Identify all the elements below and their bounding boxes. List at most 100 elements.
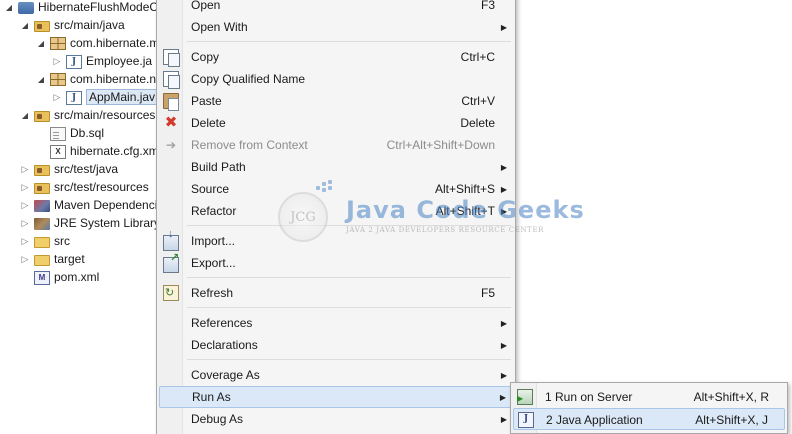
submenu-item-1-run-on-server[interactable]: 1 Run on Server Alt+Shift+X, R (513, 386, 785, 408)
paste-icon (163, 93, 179, 111)
tree-item-label: src/test/java (54, 162, 119, 176)
collapsed-arrow-icon[interactable] (20, 218, 30, 228)
submenu-item-shortcut: Alt+Shift+X, J (695, 413, 768, 427)
run-on-server-icon (517, 389, 533, 405)
tree-item[interactable]: src/test/resources (20, 178, 149, 196)
submenu-arrow-icon: ▶ (500, 414, 507, 424)
tree-item[interactable]: com.hibernate.n (36, 70, 156, 88)
menu-item-import[interactable]: Import... (159, 228, 513, 252)
tree-item[interactable]: J AppMain.jav (52, 88, 159, 106)
collapsed-arrow-icon[interactable] (20, 254, 30, 264)
tree-item-label: com.hibernate.m (70, 36, 160, 50)
jre-library-icon (34, 218, 50, 230)
tree-item-label: HibernateFlushModeC (38, 0, 159, 14)
submenu-item-2-java-application[interactable]: J 2 Java Application Alt+Shift+X, J (513, 408, 785, 430)
menu-item-shortcut: F3 (480, 0, 495, 12)
menu-item-label: Refresh (191, 286, 234, 300)
menu-item-delete[interactable]: ✖ Delete Delete (159, 112, 513, 134)
refresh-icon (163, 285, 179, 301)
menu-item-label: Source (191, 182, 230, 196)
tree-item[interactable]: Db.sql (36, 124, 104, 142)
menu-separator (187, 307, 511, 308)
tree-item[interactable]: src/main/resources (20, 106, 155, 124)
submenu-arrow-icon: ▶ (500, 318, 507, 328)
tree-item[interactable]: target (20, 250, 85, 268)
collapsed-arrow-icon[interactable] (20, 182, 30, 192)
tree-item[interactable]: com.hibernate.m (36, 34, 159, 52)
project-explorer-tree: HibernateFlushModeC src/main/java com.hibe… (0, 0, 164, 434)
collapsed-arrow-icon[interactable] (52, 56, 62, 66)
collapsed-arrow-icon[interactable] (20, 164, 30, 174)
tree-item-label: hibernate.cfg.xm (70, 144, 159, 158)
menu-item-run-as[interactable]: Run As ▶ (159, 386, 513, 408)
file-icon (50, 126, 66, 141)
tree-item-label: AppMain.jav (86, 89, 159, 105)
tree-item[interactable]: Mpom.xml (20, 268, 99, 286)
menu-item-label: Declarations (191, 338, 258, 352)
menu-item-copy-qualified-name[interactable]: Copy Qualified Name (159, 68, 513, 90)
collapsed-arrow-icon[interactable] (20, 236, 30, 246)
expanded-arrow-icon[interactable] (36, 38, 46, 48)
submenu-arrow-icon: ▶ (500, 22, 507, 32)
menu-item-declarations[interactable]: Declarations ▶ (159, 334, 513, 356)
tree-item[interactable]: JRE System Library (20, 214, 160, 232)
menu-item-open-with[interactable]: Open With ▶ (159, 16, 513, 38)
menu-item-coverage-as[interactable]: Coverage As ▶ (159, 364, 513, 386)
java-application-icon: J (518, 412, 534, 428)
tree-item[interactable]: Maven Dependencie (20, 196, 164, 214)
project-icon (18, 2, 34, 14)
collapsed-arrow-icon[interactable] (20, 200, 30, 210)
menu-item-references[interactable]: References ▶ (159, 312, 513, 334)
expanded-arrow-icon[interactable] (20, 110, 30, 120)
menu-item-shortcut: Alt+Shift+S (434, 182, 495, 196)
folder-icon (34, 255, 50, 266)
menu-item-remove-from-context: ➔ Remove from Context Ctrl+Alt+Shift+Down (159, 134, 513, 156)
remove-context-icon: ➔ (165, 138, 177, 152)
menu-item-label: Import... (191, 234, 236, 248)
submenu-arrow-icon: ▶ (500, 340, 507, 350)
folder-icon (34, 237, 50, 248)
tree-item[interactable]: src/main/java (20, 16, 125, 34)
submenu-arrow-icon: ▶ (500, 206, 507, 216)
expanded-arrow-icon[interactable] (20, 20, 30, 30)
tree-item-label: pom.xml (54, 270, 100, 284)
context-menu: Open F3 Open With ▶ Copy Ctrl+C Copy Qualified… (156, 0, 516, 434)
expanded-arrow-icon[interactable] (36, 74, 46, 84)
import-icon (163, 228, 179, 251)
menu-item-label: Export... (191, 256, 236, 270)
menu-item-source[interactable]: Source Alt+Shift+S ▶ (159, 178, 513, 200)
submenu-arrow-icon: ▶ (500, 370, 507, 380)
menu-item-export[interactable]: Export... (159, 251, 513, 274)
menu-item-label: Delete (191, 116, 226, 130)
expanded-arrow-icon[interactable] (4, 2, 14, 12)
tree-item[interactable]: J Employee.ja (52, 52, 152, 70)
export-icon (163, 251, 179, 273)
menu-separator (187, 359, 511, 360)
package-icon (50, 73, 66, 86)
tree-item-label: src/test/resources (54, 180, 149, 194)
collapsed-arrow-icon[interactable] (52, 92, 62, 102)
tree-item[interactable]: HibernateFlushModeC (4, 0, 158, 16)
menu-item-open[interactable]: Open F3 (159, 0, 513, 16)
menu-item-refresh[interactable]: Refresh F5 (159, 282, 513, 304)
submenu-item-label: 2 Java Application (546, 413, 643, 427)
copy-qualified-icon (163, 71, 180, 89)
menu-item-paste[interactable]: Paste Ctrl+V (159, 90, 513, 112)
tree-item[interactable]: Xhibernate.cfg.xm (36, 142, 159, 160)
tree-item-label: target (54, 252, 85, 266)
tree-item[interactable]: src (20, 232, 70, 250)
delete-icon: ✖ (164, 114, 178, 131)
menu-item-label: Remove from Context (191, 138, 308, 152)
maven-library-icon (34, 200, 50, 212)
menu-item-refactor[interactable]: Refactor Alt+Shift+T ▶ (159, 200, 513, 222)
menu-item-label: Open (191, 0, 221, 12)
tree-item[interactable]: src/test/java (20, 160, 118, 178)
menu-item-copy[interactable]: Copy Ctrl+C (159, 46, 513, 68)
menu-item-build-path[interactable]: Build Path ▶ (159, 156, 513, 178)
source-folder-icon (34, 165, 50, 176)
menu-item-shortcut: Ctrl+Alt+Shift+Down (386, 138, 495, 152)
menu-item-shortcut: Delete (460, 116, 495, 130)
submenu-arrow-icon: ▶ (500, 184, 507, 194)
menu-item-debug-as[interactable]: Debug As ▶ (159, 408, 513, 430)
tree-item-label: JRE System Library (54, 216, 161, 230)
